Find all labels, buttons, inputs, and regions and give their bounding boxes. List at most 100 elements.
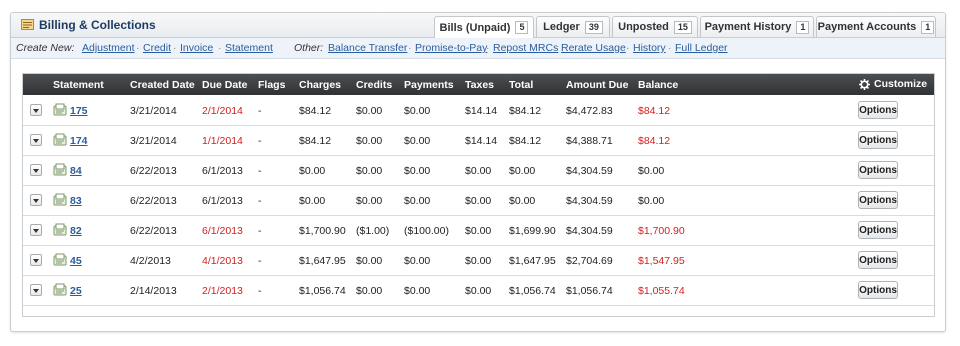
separator: · — [626, 42, 630, 54]
repost-mrcs-link[interactable]: Repost MRCs — [493, 42, 558, 54]
col-amount-due: Amount Due — [566, 79, 629, 91]
cell-balance: $0.00 — [638, 195, 665, 207]
cell-payments: $0.00 — [404, 255, 431, 267]
cell-payments: $0.00 — [404, 285, 431, 297]
statement-link[interactable]: 175 — [70, 105, 88, 117]
separator: · — [408, 42, 412, 54]
cell-amount-due: $2,704.69 — [566, 255, 613, 267]
options-button[interactable]: Options — [858, 251, 898, 269]
options-button[interactable]: Options — [858, 221, 898, 239]
statement-doc-icon[interactable] — [53, 163, 67, 177]
statement-link[interactable]: 84 — [70, 165, 82, 177]
cell-total: $1,699.90 — [509, 225, 556, 237]
create-invoice-link[interactable]: Invoice — [180, 42, 213, 54]
statement-doc-icon[interactable] — [53, 253, 67, 267]
cell-created: 4/2/2013 — [130, 255, 171, 267]
col-credits: Credits — [356, 79, 393, 91]
statement-link[interactable]: 82 — [70, 225, 82, 237]
tab-bills-unpaid[interactable]: Bills (Unpaid) 5 — [434, 16, 534, 38]
tab-unposted[interactable]: Unposted 15 — [612, 16, 698, 37]
cell-created: 6/22/2013 — [130, 165, 177, 177]
statement-link[interactable]: 45 — [70, 255, 82, 267]
table-row: 25 2/14/2013 2/1/2013 - $1,056.74 $0.00 $0.00 $… — [23, 276, 934, 306]
cell-charges: $0.00 — [299, 165, 326, 177]
col-payments: Payments — [404, 79, 454, 91]
cell-created: 6/22/2013 — [130, 195, 177, 207]
customize-button[interactable]: Customize — [859, 78, 927, 90]
cell-balance: $0.00 — [638, 165, 665, 177]
row-menu-dropdown[interactable] — [30, 104, 42, 116]
cell-payments: ($100.00) — [404, 225, 449, 237]
cell-due: 6/1/2013 — [202, 165, 243, 177]
statement-link[interactable]: 83 — [70, 195, 82, 207]
table-row: 83 6/22/2013 6/1/2013 - $0.00 $0.00 $0.00 $0.00… — [23, 186, 934, 216]
billing-panel: Billing & Collections Bills (Unpaid) 5 L… — [10, 12, 946, 332]
statement-doc-icon[interactable] — [53, 133, 67, 147]
separator: · — [668, 42, 672, 54]
separator: · — [486, 42, 490, 54]
statement-doc-icon[interactable] — [53, 193, 67, 207]
cell-total: $1,647.95 — [509, 255, 556, 267]
tab-count-badge: 39 — [584, 20, 603, 34]
full-ledger-link[interactable]: Full Ledger — [675, 42, 728, 54]
create-statement-link[interactable]: Statement — [225, 42, 273, 54]
tab-payment-history[interactable]: Payment History 1 — [700, 16, 814, 37]
col-due-date: Due Date — [202, 79, 248, 91]
tab-count-badge: 1 — [796, 20, 810, 34]
history-link[interactable]: History — [633, 42, 666, 54]
cell-taxes: $14.14 — [465, 135, 498, 147]
cell-due: 1/1/2014 — [202, 135, 243, 147]
gear-icon — [859, 78, 870, 90]
cell-created: 3/21/2014 — [130, 105, 177, 117]
cell-flags: - — [258, 135, 262, 147]
cell-due: 4/1/2013 — [202, 255, 243, 267]
row-menu-dropdown[interactable] — [30, 194, 42, 206]
cell-flags: - — [258, 225, 262, 237]
cell-balance: $84.12 — [638, 105, 671, 117]
col-total: Total — [509, 79, 534, 91]
options-button[interactable]: Options — [858, 101, 898, 119]
create-new-label: Create New: — [16, 42, 75, 54]
row-menu-dropdown[interactable] — [30, 284, 42, 296]
create-adjustment-link[interactable]: Adjustment — [82, 42, 135, 54]
action-bar: Create New: Adjustment · Credit · Invoic… — [11, 38, 945, 59]
cell-total: $84.12 — [509, 105, 542, 117]
options-button[interactable]: Options — [858, 161, 898, 179]
cell-amount-due: $4,472.83 — [566, 105, 613, 117]
row-menu-dropdown[interactable] — [30, 134, 42, 146]
row-menu-dropdown[interactable] — [30, 224, 42, 236]
promise-to-pay-link[interactable]: Promise-to-Pay — [415, 42, 487, 54]
col-statement: Statement — [53, 79, 104, 91]
statement-doc-icon[interactable] — [53, 103, 67, 117]
table-row: 175 3/21/2014 2/1/2014 - $84.12 $0.00 $0.00 $14… — [23, 96, 934, 126]
statement-doc-icon[interactable] — [53, 283, 67, 297]
cell-total: $0.00 — [509, 165, 536, 177]
tab-count-badge: 15 — [673, 20, 692, 34]
options-button[interactable]: Options — [858, 191, 898, 209]
options-button[interactable]: Options — [858, 281, 898, 299]
cell-total: $84.12 — [509, 135, 542, 147]
customize-label: Customize — [874, 78, 928, 90]
cell-flags: - — [258, 255, 262, 267]
cell-payments: $0.00 — [404, 195, 431, 207]
cell-balance: $1,700.90 — [638, 225, 685, 237]
row-menu-dropdown[interactable] — [30, 254, 42, 266]
create-credit-link[interactable]: Credit — [143, 42, 171, 54]
balance-transfer-link[interactable]: Balance Transfer — [328, 42, 407, 54]
col-flags: Flags — [258, 79, 286, 91]
rerate-usage-link[interactable]: Rerate Usage — [561, 42, 626, 54]
col-taxes: Taxes — [465, 79, 494, 91]
options-button[interactable]: Options — [858, 131, 898, 149]
cell-credits: $0.00 — [356, 255, 383, 267]
tab-payment-accounts[interactable]: Payment Accounts 1 — [816, 16, 936, 37]
cell-amount-due: $4,304.59 — [566, 195, 613, 207]
cell-balance: $1,547.95 — [638, 255, 685, 267]
tab-ledger[interactable]: Ledger 39 — [536, 16, 610, 37]
table-row: 174 3/21/2014 1/1/2014 - $84.12 $0.00 $0.00 $14… — [23, 126, 934, 156]
statement-link[interactable]: 174 — [70, 135, 88, 147]
row-menu-dropdown[interactable] — [30, 164, 42, 176]
statement-link[interactable]: 25 — [70, 285, 82, 297]
statement-doc-icon[interactable] — [53, 223, 67, 237]
cell-taxes: $0.00 — [465, 285, 492, 297]
cell-total: $1,056.74 — [509, 285, 556, 297]
